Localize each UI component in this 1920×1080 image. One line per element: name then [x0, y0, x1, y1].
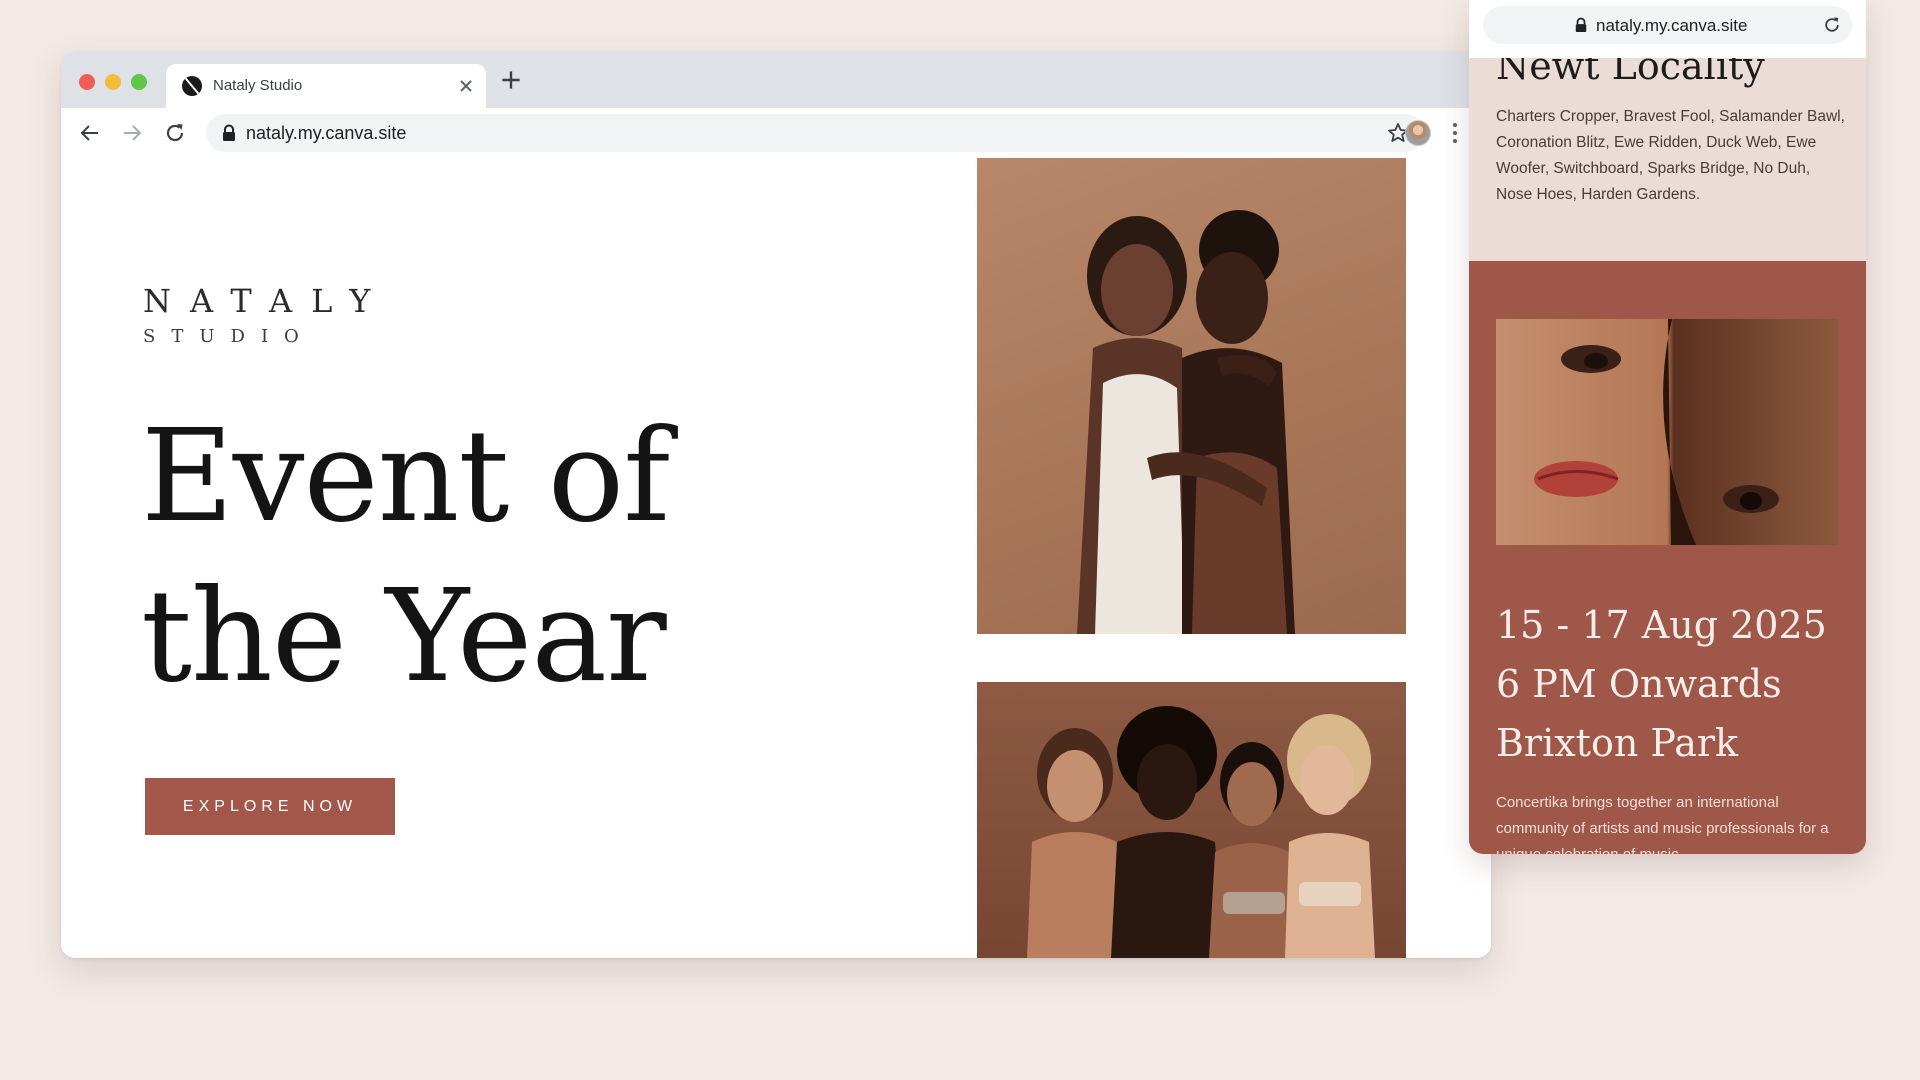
hero-headline: Event of the Year	[141, 396, 781, 716]
brand-subtitle: STUDIO	[143, 326, 315, 347]
headline-line-1: Event of	[141, 402, 670, 550]
locality-title: Newt Locality	[1496, 58, 1765, 88]
new-tab-icon[interactable]	[498, 67, 524, 93]
event-time: 6 PM Onwards	[1496, 662, 1782, 706]
window-close-button[interactable]	[79, 74, 95, 90]
window-minimize-button[interactable]	[105, 74, 121, 90]
window-maximize-button[interactable]	[131, 74, 147, 90]
forward-arrow-icon[interactable]	[120, 121, 144, 145]
faces-photo	[1496, 319, 1838, 545]
profile-avatar[interactable]	[1405, 120, 1431, 146]
tab-nataly-studio[interactable]: Nataly Studio	[166, 64, 486, 108]
back-arrow-icon[interactable]	[78, 121, 102, 145]
group-photo	[977, 682, 1406, 958]
headline-line-2: the Year	[141, 562, 667, 710]
reload-icon[interactable]	[163, 121, 187, 145]
event-description: Concertika brings together an internatio…	[1496, 794, 1829, 854]
locality-section: Newt Locality Charters Cropper, Bravest …	[1469, 58, 1866, 261]
mobile-reload-icon[interactable]	[1822, 15, 1842, 35]
browser-window: Nataly Studio nataly.my.canva.site NATAL…	[61, 52, 1491, 958]
brand-name: NATALY	[143, 282, 390, 320]
browser-toolbar: nataly.my.canva.site	[61, 108, 1491, 158]
tab-title: Nataly Studio	[213, 77, 303, 94]
event-details-section: 15 - 17 Aug 2025 6 PM Onwards Brixton Pa…	[1469, 261, 1866, 854]
venue-list: Charters Cropper, Bravest Fool, Salamand…	[1496, 108, 1845, 203]
site-content: NATALY STUDIO Event of the Year EXPLORE …	[61, 158, 1491, 958]
address-bar[interactable]: nataly.my.canva.site	[206, 114, 1424, 152]
hero-photo-embrace	[977, 158, 1406, 634]
close-tab-icon[interactable]	[454, 74, 478, 98]
mobile-address-bar[interactable]: nataly.my.canva.site	[1483, 6, 1852, 44]
site-favicon-icon	[182, 76, 202, 96]
lock-icon	[223, 124, 235, 141]
event-dates: 15 - 17 Aug 2025	[1496, 603, 1827, 647]
event-location: Brixton Park	[1496, 721, 1739, 765]
mobile-preview: nataly.my.canva.site Newt Locality Chart…	[1469, 0, 1866, 854]
address-url: nataly.my.canva.site	[246, 123, 407, 143]
browser-menu-icon[interactable]	[1451, 121, 1459, 145]
mobile-lock-icon	[1575, 17, 1587, 32]
explore-now-button[interactable]: EXPLORE NOW	[145, 778, 395, 835]
mobile-address-url: nataly.my.canva.site	[1596, 16, 1748, 35]
tab-strip: Nataly Studio	[61, 52, 1491, 108]
